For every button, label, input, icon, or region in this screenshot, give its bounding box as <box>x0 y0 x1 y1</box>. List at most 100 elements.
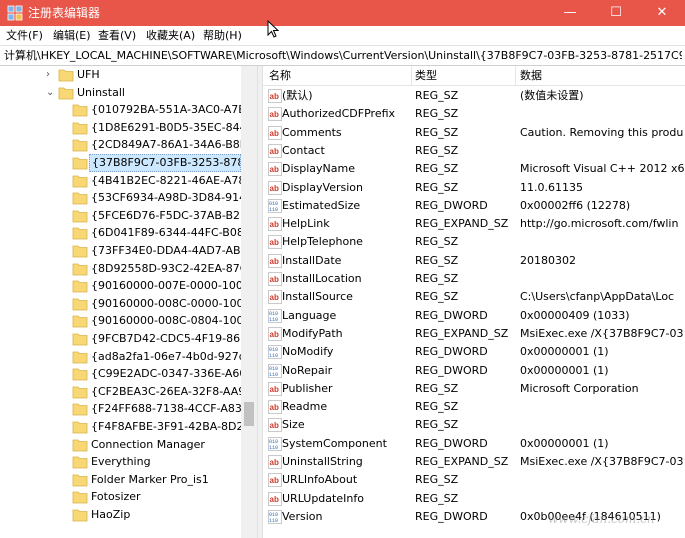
svg-text:110: 110 <box>269 317 278 323</box>
minimize-button[interactable]: — <box>547 0 593 26</box>
value-type: REG_SZ <box>415 400 459 414</box>
tree-scrollbar[interactable] <box>241 66 257 538</box>
tree-item[interactable]: Folder Marker Pro_is1 <box>0 471 241 489</box>
value-name: Version <box>282 509 323 523</box>
address-bar[interactable]: 计算机\HKEY_LOCAL_MACHINE\SOFTWARE\Microsof… <box>0 45 685 66</box>
tree-item[interactable]: ⌄ Uninstall <box>0 84 241 102</box>
tree-item[interactable]: {F24FF688-7138-4CCF-A83F-7 <box>0 400 241 418</box>
tree-item[interactable]: Connection Manager <box>0 436 241 454</box>
tree-item-label: {37B8F9C7-03FB-3253-8781-2 <box>89 154 241 172</box>
value-type: REG_DWORD <box>415 308 488 322</box>
value-row[interactable]: ab URLInfoAbout REG_SZ <box>263 471 685 489</box>
menu-help[interactable]: 帮助(H) <box>203 28 242 43</box>
tree-item[interactable]: {90160000-008C-0804-1000-0 <box>0 312 241 330</box>
value-type: REG_SZ <box>415 235 459 249</box>
tree-item[interactable]: {4B41B2EC-8221-46AE-A787-A <box>0 172 241 190</box>
tree-item[interactable]: {CF2BEA3C-26EA-32F8-AA9B-3 <box>0 383 241 401</box>
tree-item[interactable]: {73FF34E0-DDA4-4AD7-ABF0- <box>0 242 241 260</box>
maximize-button[interactable]: ☐ <box>593 0 639 26</box>
tree-item[interactable]: HaoZip <box>0 506 241 524</box>
menu-edit[interactable]: 编辑(E) <box>53 28 91 43</box>
value-row[interactable]: ab HelpTelephone REG_SZ <box>263 233 685 251</box>
tree-item[interactable]: Everything <box>0 453 241 471</box>
value-row[interactable]: 010 110 SystemComponent REG_DWORD 0x00000001… <box>263 435 685 453</box>
tree-item-label: {ad8a2fa1-06e7-4b0d-927d-6 <box>91 349 241 363</box>
value-name: DisplayName <box>282 162 355 176</box>
tree-item[interactable]: {ad8a2fa1-06e7-4b0d-927d-6 <box>0 348 241 366</box>
folder-icon <box>72 386 88 399</box>
close-button[interactable]: ✕ <box>639 0 685 26</box>
tree-item[interactable]: {9FCB7D42-CDC5-4F19-8672-I <box>0 330 241 348</box>
value-data: (数值未设置) <box>520 89 584 102</box>
value-row[interactable]: ab Publisher REG_SZ Microsoft Corporation <box>263 380 685 398</box>
expand-chevron-icon[interactable]: › <box>46 68 50 82</box>
svg-text:ab: ab <box>270 184 279 193</box>
tree-item[interactable]: {37B8F9C7-03FB-3253-8781-2 <box>0 154 241 172</box>
value-row[interactable]: 010 110 NoRepair REG_DWORD 0x00000001 (1) <box>263 362 685 380</box>
tree-item[interactable]: {53CF6934-A98D-3D84-9146-F <box>0 189 241 207</box>
value-data: http://go.microsoft.com/fwlin <box>520 217 679 231</box>
value-row[interactable]: ab Contact REG_SZ <box>263 142 685 160</box>
value-row[interactable]: ab UninstallString REG_EXPAND_SZ MsiExec.ex… <box>263 453 685 471</box>
value-row[interactable]: ab (默认) REG_SZ (数值未设置) <box>263 87 685 105</box>
binary-value-icon: 010110 <box>268 363 282 378</box>
value-row[interactable]: 010 110 Language REG_DWORD 0x00000409 (1033) <box>263 307 685 325</box>
string-value-icon: ab <box>268 491 282 506</box>
column-header-type[interactable]: 类型 <box>415 69 437 83</box>
column-divider[interactable] <box>411 66 412 86</box>
tree-item[interactable]: {010792BA-551A-3AC0-A7EF-0 <box>0 101 241 119</box>
tree-item[interactable]: {8D92558D-93C2-42EA-87C8-A <box>0 260 241 278</box>
tree-item[interactable]: {5FCE6D76-F5DC-37AB-B2B8- <box>0 207 241 225</box>
tree-item-label: Everything <box>91 455 151 469</box>
value-type: REG_EXPAND_SZ <box>415 455 509 468</box>
tree-item[interactable]: Fotosizer <box>0 488 241 506</box>
collapse-chevron-icon[interactable]: ⌄ <box>46 86 54 100</box>
value-data: Caution. Removing this produ <box>520 125 684 139</box>
tree-item-label: {9FCB7D42-CDC5-4F19-8672-I <box>91 332 241 345</box>
value-row[interactable]: ab InstallDate REG_SZ 20180302 <box>263 252 685 270</box>
tree-item[interactable]: {6D041F89-6344-44FC-B086-3 <box>0 224 241 242</box>
tree-item[interactable]: {2CD849A7-86A1-34A6-B8F9-D <box>0 136 241 154</box>
tree-item[interactable]: {1D8E6291-B0D5-35EC-8441-6 <box>0 119 241 137</box>
value-row[interactable]: ab Comments REG_SZ Caution. Removing this p… <box>263 124 685 142</box>
value-name: Language <box>282 308 337 322</box>
tree-item[interactable]: › UFH <box>0 66 241 84</box>
address-path[interactable]: 计算机\HKEY_LOCAL_MACHINE\SOFTWARE\Microsof… <box>4 49 682 63</box>
svg-text:ab: ab <box>270 421 279 430</box>
menu-favorites[interactable]: 收藏夹(A) <box>146 28 195 43</box>
tree-item-label: {73FF34E0-DDA4-4AD7-ABF0- <box>91 244 241 257</box>
registry-editor-icon <box>7 5 23 21</box>
value-type: REG_SZ <box>415 253 459 267</box>
value-row[interactable]: ab InstallLocation REG_SZ <box>263 270 685 288</box>
value-type: REG_SZ <box>415 125 459 139</box>
value-row[interactable]: ab DisplayVersion REG_SZ 11.0.61135 <box>263 179 685 197</box>
window-title: 注册表编辑器 <box>28 6 101 20</box>
value-type: REG_SZ <box>415 162 459 176</box>
string-value-icon: ab <box>268 235 282 250</box>
value-row[interactable]: ab InstallSource REG_SZ C:\Users\cfanp\AppD… <box>263 288 685 306</box>
column-header-name[interactable]: 名称 <box>269 69 291 83</box>
string-value-icon: ab <box>268 253 282 268</box>
column-header-data[interactable]: 数据 <box>520 69 542 83</box>
string-value-icon: ab <box>268 290 282 305</box>
tree-item[interactable]: {90160000-007E-0000-1000-0 <box>0 277 241 295</box>
value-data: Microsoft Visual C++ 2012 x6 <box>520 162 685 176</box>
tree-item[interactable]: {C99E2ADC-0347-336E-A603-F <box>0 365 241 383</box>
value-row[interactable]: 010 110 EstimatedSize REG_DWORD 0x00002ff6 (… <box>263 197 685 215</box>
folder-icon <box>58 69 74 82</box>
value-row[interactable]: ab AuthorizedCDFPrefix REG_SZ <box>263 105 685 123</box>
value-row[interactable]: ab Readme REG_SZ <box>263 398 685 416</box>
tree-scrollbar-thumb[interactable] <box>244 402 254 426</box>
column-divider[interactable] <box>515 66 516 86</box>
menu-view[interactable]: 查看(V) <box>98 28 136 43</box>
value-row[interactable]: ab HelpLink REG_EXPAND_SZ http://go.microso… <box>263 215 685 233</box>
value-row[interactable]: ab Size REG_SZ <box>263 416 685 434</box>
value-row[interactable]: ab ModifyPath REG_EXPAND_SZ MsiExec.exe /X{… <box>263 325 685 343</box>
tree-item[interactable]: {F4F8AFBE-3F91-42BA-8D2B-C <box>0 418 241 436</box>
tree-item[interactable]: {90160000-008C-0000-1000-0 <box>0 295 241 313</box>
value-row[interactable]: 010 110 NoModify REG_DWORD 0x00000001 (1) <box>263 343 685 361</box>
value-row[interactable]: ab URLUpdateInfo REG_SZ <box>263 490 685 508</box>
menu-file[interactable]: 文件(F) <box>6 28 43 43</box>
folder-icon <box>72 509 88 522</box>
value-row[interactable]: ab DisplayName REG_SZ Microsoft Visual C++ … <box>263 160 685 178</box>
